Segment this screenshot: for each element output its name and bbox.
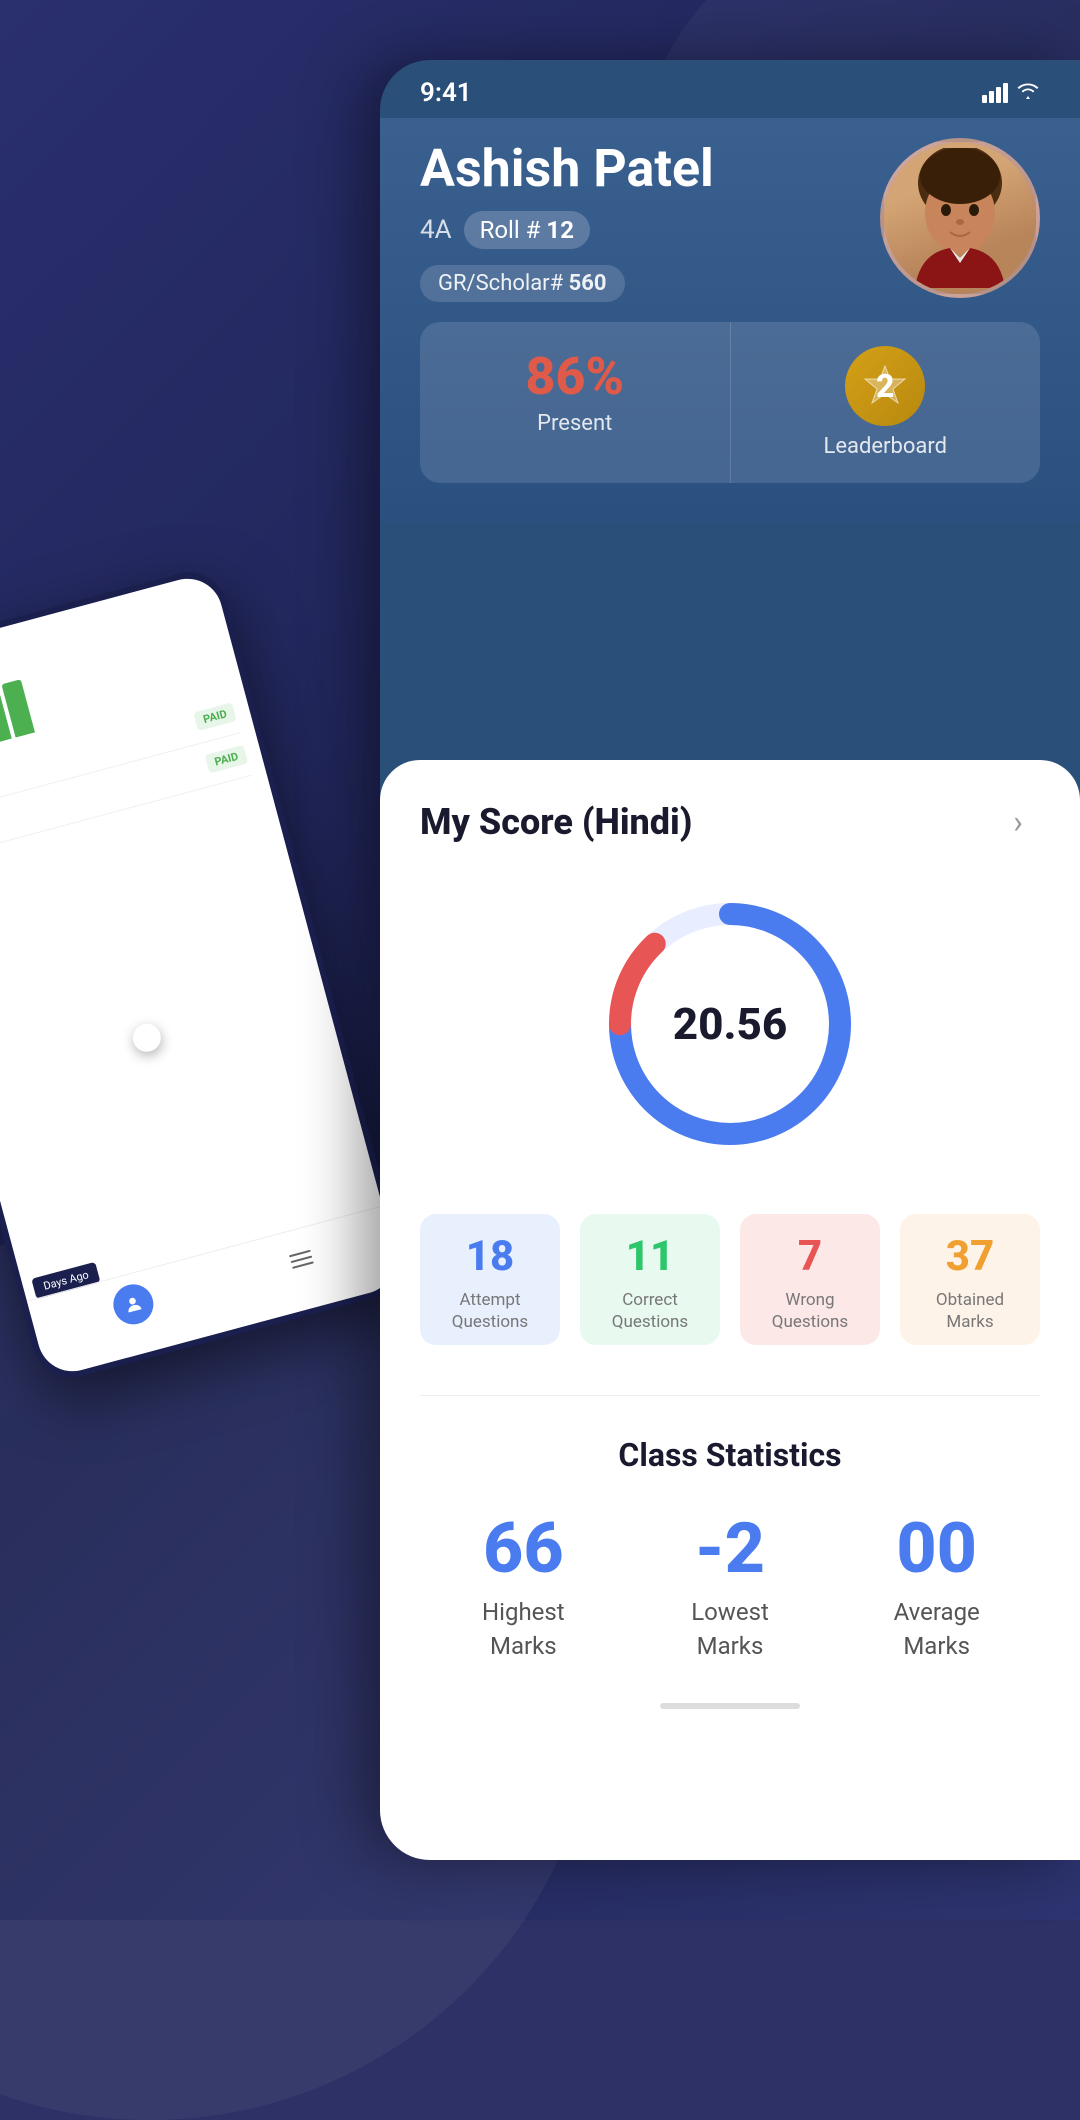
attempt-number: 18	[436, 1232, 544, 1281]
lowest-value: -2	[627, 1514, 834, 1584]
obtained-label: ObtainedMarks	[916, 1289, 1024, 1333]
average-label: AverageMarks	[833, 1596, 1040, 1663]
status-time: 9:41	[420, 78, 472, 108]
obtained-box: 37 ObtainedMarks	[900, 1214, 1040, 1345]
bottom-indicator	[420, 1703, 1040, 1709]
highest-stat: 66 HighestMarks	[420, 1514, 627, 1663]
student-details: Ashish Patel 4A Roll # 12 GR/Scholar# 56…	[420, 138, 714, 302]
close-button[interactable]: ›	[996, 800, 1040, 844]
status-icons	[982, 81, 1040, 105]
avatar-face	[884, 142, 1036, 294]
average-value: 00	[833, 1514, 1040, 1584]
highest-value: 66	[420, 1514, 627, 1584]
header-area: Ashish Patel 4A Roll # 12 GR/Scholar# 56…	[380, 118, 1080, 523]
wrong-label: WrongQuestions	[756, 1289, 864, 1333]
lowest-stat: -2 LowestMarks	[627, 1514, 834, 1663]
leaderboard-rank: 2	[876, 367, 894, 405]
score-card-title: My Score (Hindi)	[420, 801, 692, 843]
signal-icon	[982, 83, 1008, 103]
donut-chart: 20.56	[590, 884, 870, 1164]
correct-label: CorrectQuestions	[596, 1289, 704, 1333]
class-stats-title: Class Statistics	[420, 1436, 1040, 1474]
indicator-bar	[660, 1703, 800, 1709]
avatar	[880, 138, 1040, 298]
present-label: Present	[436, 411, 714, 436]
average-stat: 00 AverageMarks	[833, 1514, 1040, 1663]
wifi-icon	[1016, 81, 1040, 105]
donut-chart-container: 20.56	[420, 884, 1040, 1164]
correct-box: 11 CorrectQuestions	[580, 1214, 720, 1345]
user-icon	[108, 1280, 157, 1329]
student-name: Ashish Patel	[420, 138, 714, 199]
stats-boxes: 18 AttemptQuestions 11 CorrectQuestions …	[420, 1214, 1040, 1345]
paid-badge-2: PAID	[205, 745, 249, 774]
gr-badge: GR/Scholar# 560	[420, 265, 625, 302]
roll-badge: Roll # 12	[464, 211, 590, 249]
class-badge: 4A	[420, 215, 452, 245]
correct-number: 11	[596, 1232, 704, 1281]
student-class-row: 4A Roll # 12	[420, 211, 714, 249]
obtained-number: 37	[916, 1232, 1024, 1281]
wrong-box: 7 WrongQuestions	[740, 1214, 880, 1345]
present-value: 86%	[436, 346, 714, 407]
present-stat: 86% Present	[420, 322, 731, 483]
leaderboard-label: Leaderboard	[747, 434, 1025, 459]
lowest-label: LowestMarks	[627, 1596, 834, 1663]
divider	[420, 1395, 1040, 1396]
stats-row: 86% Present 2 Leaderboard	[420, 322, 1040, 483]
class-stats-row: 66 HighestMarks -2 LowestMarks 00 Averag…	[420, 1514, 1040, 1663]
score-card: My Score (Hindi) › 20.56 18 Attem	[380, 760, 1080, 1860]
leaderboard-badge: 2	[845, 346, 925, 426]
menu-icon	[285, 1237, 317, 1281]
attempt-box: 18 AttemptQuestions	[420, 1214, 560, 1345]
main-phone: 9:41 Ashish Patel 4A	[380, 60, 1080, 1860]
wrong-number: 7	[756, 1232, 864, 1281]
leaderboard-stat: 2 Leaderboard	[731, 322, 1041, 483]
status-bar: 9:41	[380, 60, 1080, 118]
attempt-label: AttemptQuestions	[436, 1289, 544, 1333]
paid-badge-1: PAID	[193, 702, 237, 731]
student-info: Ashish Patel 4A Roll # 12 GR/Scholar# 56…	[420, 138, 1040, 302]
score-card-header: My Score (Hindi) ›	[420, 800, 1040, 844]
highest-label: HighestMarks	[420, 1596, 627, 1663]
score-value: 20.56	[590, 884, 870, 1164]
